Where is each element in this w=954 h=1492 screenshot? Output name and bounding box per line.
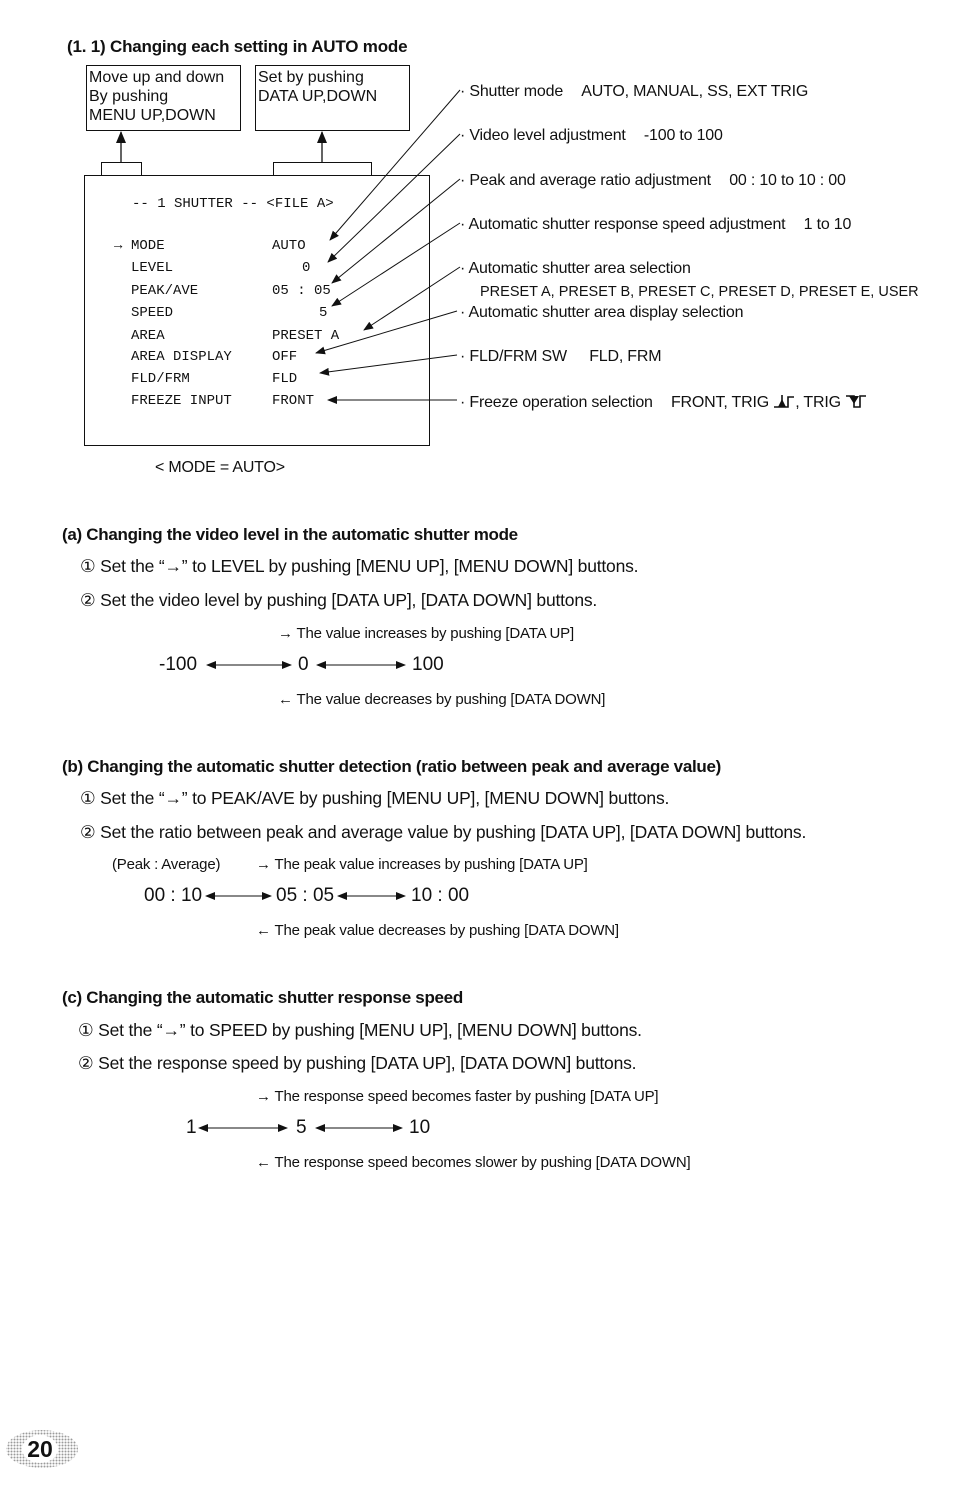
section-c-scale-min: 1: [186, 1117, 197, 1138]
section-c-scale-mid: 5: [296, 1117, 307, 1138]
section-b-step-1: ① Set the “→” to PEAK/AVE by pushing [ME…: [80, 788, 670, 808]
section-a-scale-max: 100: [412, 654, 444, 675]
section-a-scale-mid: 0: [298, 654, 309, 675]
section-a-step-1: ① Set the “→” to LEVEL by pushing [MENU …: [80, 556, 639, 576]
section-b-title: (b) Changing the automatic shutter detec…: [62, 757, 722, 776]
section-c-down-note: ← The response speed becomes slower by p…: [256, 1154, 691, 1171]
section-c-up-note: → The response speed becomes faster by p…: [256, 1088, 659, 1105]
leader-video-level: [327, 133, 461, 263]
section-a-up-note: → The value increases by pushing [DATA U…: [278, 625, 574, 642]
page-number: 20: [27, 1435, 53, 1462]
section-b-scale-mid: 05 : 05: [276, 885, 335, 906]
section-b-scale-min: 00 : 10: [144, 885, 203, 906]
section-b-down-note: ← The peak value decreases by pushing [D…: [256, 922, 619, 939]
leader-peak-ratio: [331, 178, 461, 284]
section-c-title: (c) Changing the automatic shutter respo…: [62, 988, 463, 1007]
section-c-step-2: ② Set the response speed by pushing [DAT…: [78, 1053, 637, 1073]
section-a-step-2: ② Set the video level by pushing [DATA U…: [80, 590, 598, 610]
section-c-step-1: ① Set the “→” to SPEED by pushing [MENU …: [78, 1020, 642, 1040]
section-b-step-2: ② Set the ratio between peak and average…: [80, 822, 807, 842]
leader-shutter-mode: [329, 89, 461, 241]
section-a-scale-min: -100: [159, 654, 198, 675]
leader-response-speed: [331, 222, 461, 307]
section-a-down-note: ← The value decreases by pushing [DATA D…: [278, 691, 606, 708]
leader-fld-frm: [319, 354, 458, 376]
section-b-ratio-label: (Peak : Average): [112, 856, 221, 873]
page-number-badge: 20: [4, 1420, 80, 1478]
section-c-scale-max: 10: [409, 1117, 431, 1138]
diagram-leader-lines: [116, 89, 461, 404]
section-b-scale-max: 10 : 00: [411, 885, 470, 906]
section-b-up-note: → The peak value increases by pushing [D…: [256, 856, 588, 873]
leader-area-display: [315, 310, 458, 355]
section-a-title: (a) Changing the video level in the auto…: [62, 525, 518, 544]
